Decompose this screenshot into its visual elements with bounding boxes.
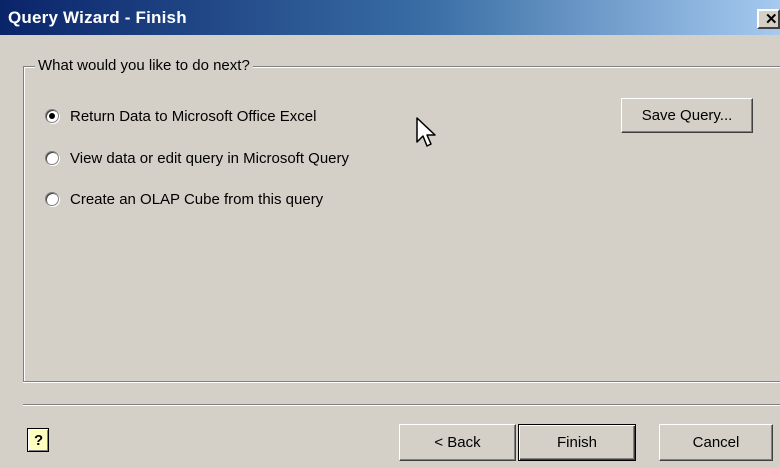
option-label: View data or edit query in Microsoft Que…	[70, 149, 350, 167]
close-button[interactable]: ✕	[757, 9, 780, 29]
help-icon: ?	[34, 432, 44, 449]
query-wizard-dialog: Query Wizard - Finish ✕ What would you l…	[0, 0, 780, 468]
finish-button[interactable]: Finish	[518, 424, 636, 461]
radio-view-edit-query[interactable]	[45, 151, 59, 165]
cancel-button[interactable]: Cancel	[659, 424, 773, 461]
window-title: Query Wizard - Finish	[8, 8, 187, 27]
footer-separator	[23, 404, 780, 406]
radio-selected-dot	[49, 113, 55, 119]
mouse-cursor-icon	[416, 117, 436, 147]
help-button[interactable]: ?	[27, 428, 49, 452]
back-button[interactable]: < Back	[399, 424, 516, 461]
close-icon: ✕	[765, 11, 778, 28]
group-legend: What would you like to do next?	[35, 57, 253, 74]
option-create-olap-cube[interactable]: Create an OLAP Cube from this query	[45, 188, 323, 210]
radio-create-olap-cube[interactable]	[45, 192, 59, 206]
option-return-data[interactable]: Return Data to Microsoft Office Excel	[45, 105, 316, 127]
option-label: Create an OLAP Cube from this query	[70, 190, 324, 208]
option-view-edit-query[interactable]: View data or edit query in Microsoft Que…	[45, 147, 349, 169]
radio-return-data[interactable]	[45, 109, 59, 123]
save-query-button[interactable]: Save Query...	[621, 98, 753, 133]
title-bar: Query Wizard - Finish ✕	[0, 0, 780, 35]
option-label: Return Data to Microsoft Office Excel	[70, 107, 317, 125]
